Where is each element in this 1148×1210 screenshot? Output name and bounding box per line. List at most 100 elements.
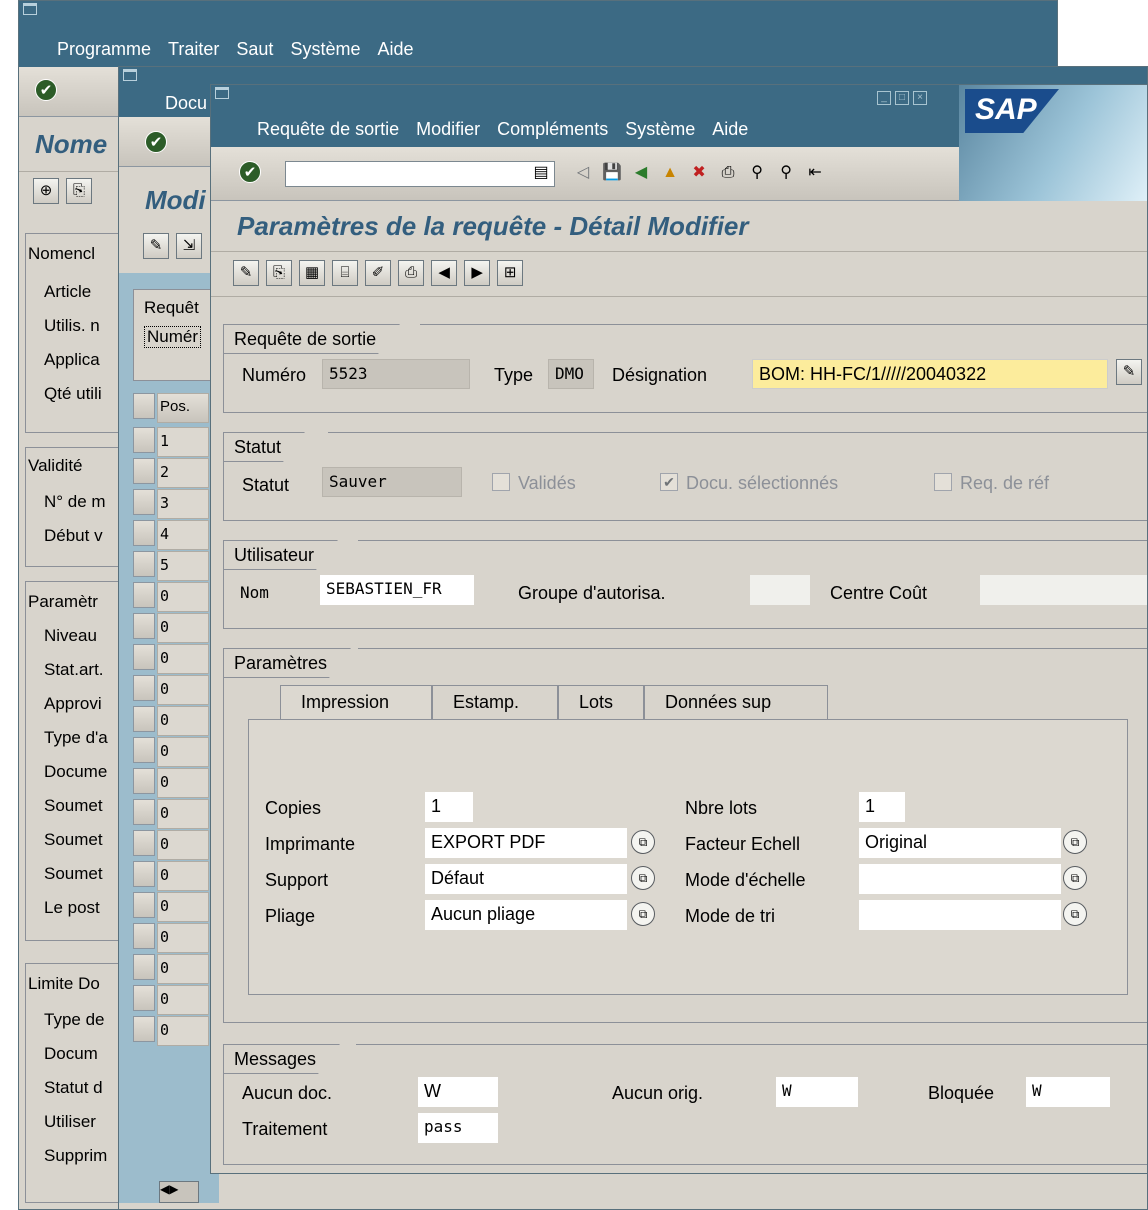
nom-field[interactable]: SEBASTIEN_FR (320, 575, 474, 605)
row-selector[interactable] (133, 830, 155, 856)
pliage-help-icon[interactable]: ⧉ (631, 902, 655, 926)
menu-complements[interactable]: Compléments (497, 119, 608, 140)
auth-group-field[interactable] (750, 575, 810, 605)
grid-cell-pos[interactable]: 0 (157, 892, 209, 922)
facteur-echelle-field[interactable]: Original (859, 828, 1061, 858)
print-preview-icon[interactable]: ⎙ (398, 260, 425, 286)
aucun-orig-field[interactable]: W (776, 1077, 858, 1107)
hscroll[interactable]: ◀▶ (159, 1181, 199, 1203)
tab-lots[interactable]: Lots (558, 685, 644, 719)
print-icon[interactable]: ⎙ (716, 161, 740, 185)
valides-checkbox[interactable] (492, 473, 510, 491)
grid-cell-pos[interactable]: 0 (157, 954, 209, 984)
system-menu-icon[interactable] (215, 87, 229, 99)
menu-systeme[interactable]: Système (290, 39, 360, 60)
aucun-doc-field[interactable]: W (418, 1077, 498, 1107)
row-selector[interactable] (133, 551, 155, 577)
grid-cell-pos[interactable]: 0 (157, 1016, 209, 1046)
table-icon[interactable]: ▦ (299, 260, 326, 286)
minimize-icon[interactable]: _ (877, 91, 891, 105)
mode-tri-help-icon[interactable]: ⧉ (1063, 902, 1087, 926)
cancel-icon[interactable]: ✖ (687, 161, 711, 185)
change-icon[interactable]: ✐ (365, 260, 392, 286)
row-selector[interactable] (133, 768, 155, 794)
grid-cell-pos[interactable]: 0 (157, 923, 209, 953)
tab-donnees-sup[interactable]: Données sup (644, 685, 828, 719)
menu-modifier[interactable]: Modifier (416, 119, 480, 140)
grid-cell-pos[interactable]: 0 (157, 830, 209, 860)
grid-cell-pos[interactable]: 1 (157, 427, 209, 457)
row-selector[interactable] (133, 923, 155, 949)
system-menu-icon[interactable] (123, 69, 137, 81)
menu-programme[interactable]: Programme (57, 39, 151, 60)
support-field[interactable]: Défaut (425, 864, 627, 894)
save-icon[interactable]: 💾 (600, 161, 624, 185)
mode-tri-field[interactable] (859, 900, 1061, 930)
tab-impression[interactable]: Impression (280, 685, 432, 719)
row-selector[interactable] (133, 706, 155, 732)
row-selector[interactable] (133, 985, 155, 1011)
next-icon[interactable]: ▶ (464, 260, 491, 286)
pliage-field[interactable]: Aucun pliage (425, 900, 627, 930)
grid-cell-pos[interactable]: 0 (157, 644, 209, 674)
imprimante-help-icon[interactable]: ⧉ (631, 830, 655, 854)
edit-icon[interactable]: ✎ (233, 260, 259, 286)
row-selector[interactable] (133, 427, 155, 453)
row-selector[interactable] (133, 644, 155, 670)
row-selector[interactable] (133, 954, 155, 980)
select-all-cell[interactable] (133, 393, 155, 419)
hierarchy-icon[interactable]: ⊞ (497, 260, 524, 286)
grid-cell-pos[interactable]: 2 (157, 458, 209, 488)
grid-cell-pos[interactable]: 0 (157, 737, 209, 767)
grid-cell-pos[interactable]: 5 (157, 551, 209, 581)
row-selector[interactable] (133, 861, 155, 887)
tab-estamp[interactable]: Estamp. (432, 685, 558, 719)
copies-field[interactable]: 1 (425, 792, 473, 822)
imprimante-field[interactable]: EXPORT PDF (425, 828, 627, 858)
grid-cell-pos[interactable]: 0 (157, 675, 209, 705)
arrow-left-icon[interactable]: ◁ (571, 161, 595, 185)
menu-aide[interactable]: Aide (378, 39, 414, 60)
grid-cell-pos[interactable]: 0 (157, 799, 209, 829)
req-ref-checkbox[interactable] (934, 473, 952, 491)
designation-field[interactable]: BOM: HH-FC/1/////20040322 (752, 359, 1108, 389)
traitement-field[interactable]: pass (418, 1113, 498, 1143)
enter-icon[interactable]: ✔ (145, 131, 167, 153)
close-icon[interactable]: × (913, 91, 927, 105)
row-selector[interactable] (133, 458, 155, 484)
grid-cell-pos[interactable]: 0 (157, 613, 209, 643)
support-help-icon[interactable]: ⧉ (631, 866, 655, 890)
menu-aide[interactable]: Aide (712, 119, 748, 140)
grid-cell-pos[interactable]: 0 (157, 985, 209, 1015)
cost-center-field[interactable] (980, 575, 1147, 605)
edit-text-icon[interactable]: ✎ (1116, 359, 1142, 385)
bloquee-field[interactable]: W (1026, 1077, 1110, 1107)
mode-echelle-field[interactable] (859, 864, 1061, 894)
grid-cell-pos[interactable]: 0 (157, 861, 209, 891)
row-selector[interactable] (133, 1016, 155, 1042)
previous-icon[interactable]: ◀ (431, 260, 458, 286)
grid-cell-pos[interactable]: 0 (157, 768, 209, 798)
row-selector[interactable] (133, 520, 155, 546)
grid-cell-pos[interactable]: 4 (157, 520, 209, 550)
row-selector[interactable] (133, 799, 155, 825)
mode-echelle-help-icon[interactable]: ⧉ (1063, 866, 1087, 890)
grid-cell-pos[interactable]: 0 (157, 582, 209, 612)
menu-systeme[interactable]: Système (625, 119, 695, 140)
copy-icon[interactable]: ⎘ (266, 260, 293, 286)
find-icon[interactable]: ⚲ (745, 161, 769, 185)
command-history-icon[interactable]: ▤ (529, 161, 553, 185)
row-selector[interactable] (133, 489, 155, 515)
row-selector[interactable] (133, 892, 155, 918)
nbre-lots-field[interactable]: 1 (859, 792, 905, 822)
exit-icon[interactable]: ▲ (658, 161, 682, 185)
grid-cell-pos[interactable]: 3 (157, 489, 209, 519)
execute-icon[interactable]: ⊕ (33, 178, 59, 204)
enter-icon[interactable]: ✔ (239, 161, 261, 183)
filter-icon[interactable]: ⌸ (332, 260, 359, 286)
command-field[interactable] (285, 161, 555, 187)
edit-icon[interactable]: ✎ (143, 233, 169, 259)
menu-traiter[interactable]: Traiter (168, 39, 219, 60)
enter-icon[interactable]: ✔ (35, 79, 57, 101)
export-icon[interactable]: ⇲ (176, 233, 203, 259)
